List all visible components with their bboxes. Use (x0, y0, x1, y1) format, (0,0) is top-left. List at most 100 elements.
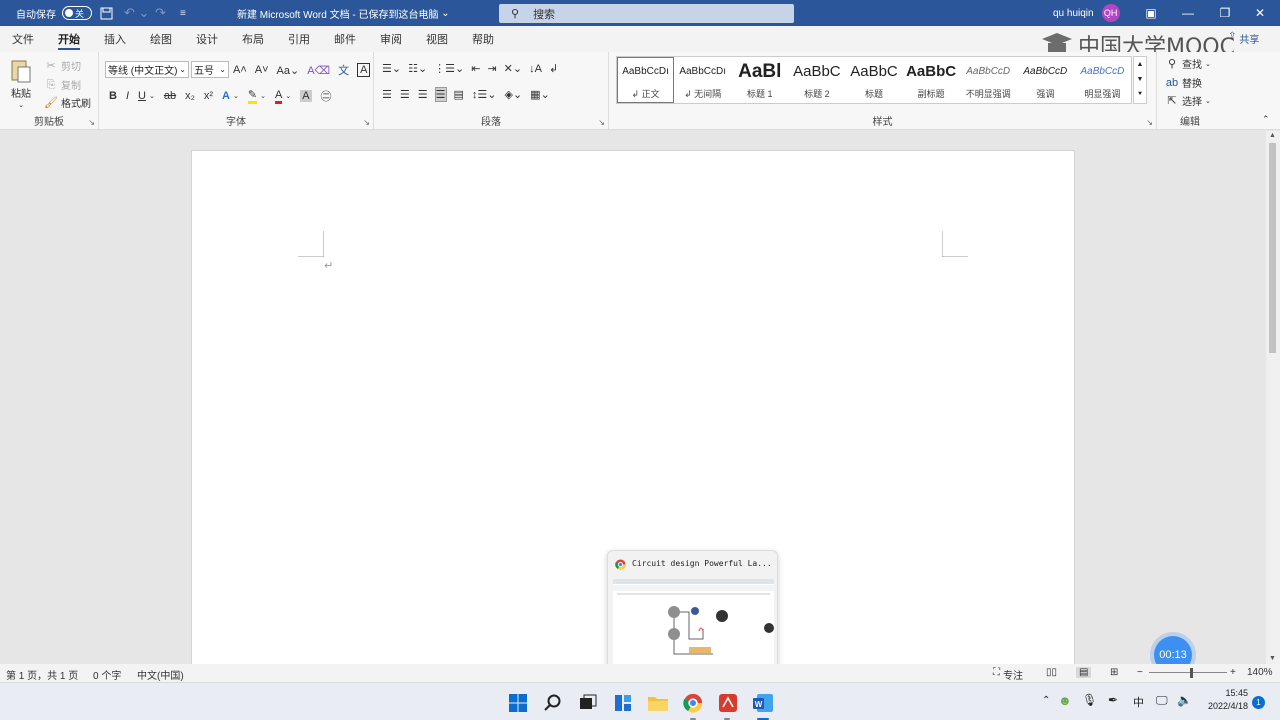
select-button[interactable]: ⇱ 选择 ⌄ (1165, 93, 1210, 109)
replace-button[interactable]: ab 替换 (1165, 75, 1202, 91)
zoom-out-icon[interactable]: − (1137, 667, 1143, 678)
styles-up-icon[interactable]: ▲ (1137, 61, 1144, 68)
tab-5[interactable]: 布局 (230, 26, 276, 52)
clear-format-icon[interactable]: A⌫ (307, 64, 330, 77)
collapse-ribbon-icon[interactable]: ⌃ (1262, 114, 1270, 125)
style-item[interactable]: AaBbC 副标题 (903, 57, 960, 103)
style-item[interactable]: AaBbCcDı ↲ 正文 (617, 57, 675, 103)
search-icon[interactable] (542, 692, 564, 714)
borders-icon[interactable]: ▦⌄ (530, 88, 550, 101)
file-explorer-icon[interactable] (647, 692, 669, 714)
tab-9[interactable]: 视图 (414, 26, 460, 52)
customize-qa-icon[interactable]: ≡ (180, 0, 186, 26)
word-count[interactable]: 0 个字 (93, 667, 121, 682)
autosave[interactable]: 自动保存 关 (16, 0, 92, 26)
close-icon[interactable]: ✕ (1240, 0, 1280, 26)
superscript-icon[interactable]: x² (204, 90, 213, 102)
task-view-icon[interactable] (577, 692, 599, 714)
zoom-slider-thumb[interactable] (1190, 668, 1193, 678)
tab-2[interactable]: 插入 (92, 26, 138, 52)
distributed-icon[interactable]: ▤ (454, 88, 464, 101)
style-item[interactable]: AaBbCcD 明显强调 (1074, 57, 1131, 103)
italic-icon[interactable]: I (126, 90, 129, 102)
word-taskbar-icon[interactable]: W (752, 692, 774, 714)
styles-launcher-icon[interactable]: ↘ (1146, 118, 1153, 127)
search-box[interactable]: ⚲ 搜索 (499, 4, 794, 23)
pen-icon[interactable]: ✒ (1108, 693, 1118, 707)
show-marks-icon[interactable]: ↲ (549, 62, 558, 75)
redo-icon[interactable]: ↷ (155, 0, 166, 26)
clock[interactable]: 15:45 2022/4/18 (1196, 687, 1248, 713)
tab-10[interactable]: 帮助 (460, 26, 506, 52)
shading-icon[interactable]: ◈⌄ (504, 88, 522, 101)
read-mode-icon[interactable]: ▯▯ (1046, 667, 1057, 678)
print-layout-icon[interactable]: ▤ (1076, 667, 1092, 678)
save-icon[interactable] (100, 0, 116, 26)
bullets-icon[interactable]: ☰⌄ (382, 62, 401, 75)
ribbon-display-icon[interactable]: ▣ (1131, 0, 1171, 26)
web-layout-icon[interactable]: ⊞ (1110, 667, 1118, 678)
styles-down-icon[interactable]: ▼ (1137, 76, 1144, 83)
tab-8[interactable]: 审阅 (368, 26, 414, 52)
widgets-icon[interactable] (612, 692, 634, 714)
style-item[interactable]: AaBl 标题 1 (731, 57, 788, 103)
sort-icon[interactable]: ↓A (529, 63, 542, 75)
enclose-char-icon[interactable]: ㊁ (321, 88, 332, 104)
styles-scroll[interactable]: ▲ ▼ ⯆ (1133, 56, 1147, 104)
format-painter-button[interactable]: 🖌 格式刷 (44, 95, 91, 111)
microphone-icon[interactable]: 🎙 (1082, 693, 1097, 707)
align-right-icon[interactable]: ☰ (418, 88, 428, 101)
tab-7[interactable]: 邮件 (322, 26, 368, 52)
style-item[interactable]: AaBbCcD 不明显强调 (960, 57, 1017, 103)
char-shading-icon[interactable]: A (300, 90, 312, 102)
underline-icon[interactable]: U (138, 90, 146, 102)
font-color-icon[interactable]: A (274, 89, 283, 104)
tab-1[interactable]: 开始 (46, 26, 92, 52)
line-spacing-icon[interactable]: ↕☰⌄ (472, 88, 497, 101)
style-item[interactable]: AaBbCcD 强调 (1017, 57, 1074, 103)
avatar[interactable]: QH (1101, 4, 1120, 22)
shrink-font-icon[interactable]: A˅ (255, 64, 269, 76)
document-title[interactable]: 新建 Microsoft Word 文档 - 已保存到这台电脑 ⌄ (237, 0, 450, 26)
vertical-scrollbar[interactable]: ▲ ▼ (1266, 131, 1280, 664)
language-status[interactable]: 中文(中国) (137, 667, 184, 682)
align-center-icon[interactable]: ☰ (400, 88, 410, 101)
minimize-icon[interactable]: — (1168, 0, 1208, 26)
styles-more-icon[interactable]: ⯆ (1137, 91, 1143, 99)
maximize-icon[interactable]: ❐ (1205, 0, 1245, 26)
scrollbar-thumb[interactable] (1269, 143, 1276, 353)
bold-icon[interactable]: B (109, 90, 117, 102)
paragraph-launcher-icon[interactable]: ↘ (598, 118, 605, 127)
clipboard-launcher-icon[interactable]: ↘ (88, 118, 95, 127)
find-button[interactable]: ⚲ 查找 ⌄ (1165, 56, 1211, 72)
style-item[interactable]: AaBbCcDı ↲ 无间隔 (674, 57, 731, 103)
phonetic-guide-icon[interactable]: 文 (338, 62, 349, 78)
wechat-tray-icon[interactable]: ☻ (1058, 693, 1072, 708)
chinese-layout-icon[interactable]: ✕⌄ (504, 62, 522, 75)
justify-icon[interactable]: ☰ (434, 87, 447, 102)
zoom-level[interactable]: 140% (1247, 667, 1273, 678)
zoom-in-icon[interactable]: + (1230, 667, 1236, 678)
increase-indent-icon[interactable]: ⇥ (487, 62, 496, 75)
windows-start-icon[interactable] (507, 692, 529, 714)
paste-button[interactable]: 粘贴 ⌄ (10, 58, 32, 109)
scroll-up-icon[interactable]: ▲ (1269, 132, 1276, 139)
decrease-indent-icon[interactable]: ⇤ (471, 62, 480, 75)
font-launcher-icon[interactable]: ↘ (363, 118, 370, 127)
cut-button[interactable]: ✂ 剪切 (44, 58, 81, 74)
network-icon[interactable]: 🖵 (1156, 693, 1168, 708)
highlight-icon[interactable]: ✎ (247, 88, 258, 104)
char-border-icon[interactable]: A (357, 63, 371, 77)
focus-button[interactable]: ⛶ 专注 (993, 667, 1023, 682)
grow-font-icon[interactable]: A˄ (233, 64, 247, 76)
zoom-slider[interactable] (1149, 672, 1227, 673)
align-left-icon[interactable]: ☰ (382, 88, 392, 101)
pdf-reader-icon[interactable] (717, 692, 739, 714)
page-count[interactable]: 第 1 页，共 1 页 (6, 667, 78, 682)
tab-0[interactable]: 文件 (0, 26, 46, 52)
strikethrough-icon[interactable]: ab (164, 90, 176, 102)
font-name-combo[interactable]: 等线 (中文正文) ⌄ (105, 61, 189, 78)
style-item[interactable]: AaBbC 标题 (845, 57, 902, 103)
chrome-taskbar-icon[interactable] (682, 692, 704, 714)
volume-icon[interactable]: 🔈 (1177, 693, 1192, 707)
